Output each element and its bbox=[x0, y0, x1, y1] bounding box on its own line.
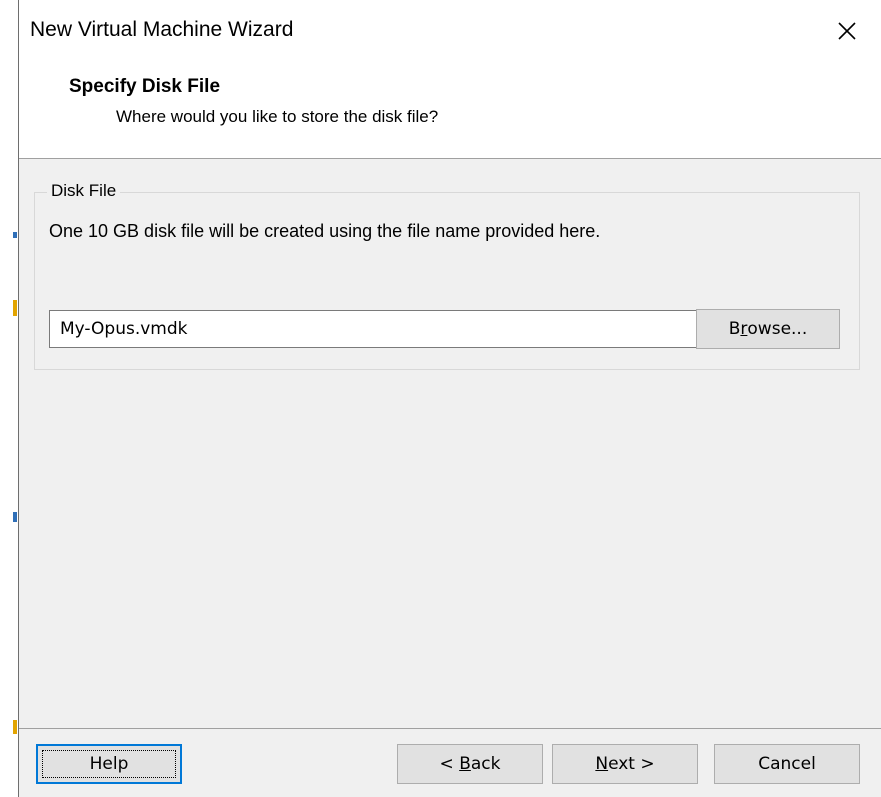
close-button[interactable] bbox=[825, 12, 869, 50]
help-button[interactable]: Help bbox=[36, 744, 182, 784]
wizard-header: Specify Disk File Where would you like t… bbox=[19, 70, 881, 159]
next-label-mnemonic: N bbox=[595, 754, 609, 774]
cancel-button[interactable]: Cancel bbox=[714, 744, 860, 784]
disk-file-group-label: Disk File bbox=[47, 181, 121, 201]
browse-label-mnemonic: r bbox=[740, 319, 748, 339]
help-focus-rect: Help bbox=[42, 750, 176, 778]
help-label: Help bbox=[89, 754, 129, 774]
window-title: New Virtual Machine Wizard bbox=[30, 18, 294, 41]
edge-mark bbox=[13, 232, 17, 238]
background-window-edge bbox=[0, 0, 18, 797]
back-label-suffix: ack bbox=[470, 754, 501, 774]
back-label-prefix: < bbox=[439, 754, 460, 774]
disk-file-description: One 10 GB disk file will be created usin… bbox=[49, 221, 601, 241]
disk-file-name-input[interactable] bbox=[49, 310, 703, 348]
title-bar: New Virtual Machine Wizard bbox=[19, 0, 881, 70]
close-icon bbox=[838, 22, 856, 40]
browse-button[interactable]: Br owse... bbox=[696, 309, 840, 349]
footer-divider bbox=[19, 728, 881, 729]
edge-mark bbox=[13, 300, 17, 316]
next-button[interactable]: Next > bbox=[552, 744, 698, 784]
back-label-mnemonic: B bbox=[459, 754, 471, 774]
next-label-suffix: ext > bbox=[608, 754, 655, 774]
browse-label-prefix: B bbox=[728, 319, 741, 339]
page-title: Specify Disk File bbox=[69, 76, 221, 97]
page-subtitle: Where would you like to store the disk f… bbox=[116, 107, 439, 126]
edge-mark bbox=[13, 720, 17, 734]
cancel-label: Cancel bbox=[758, 754, 816, 774]
back-button[interactable]: < Back bbox=[397, 744, 543, 784]
browse-label-suffix: owse... bbox=[747, 319, 808, 339]
edge-mark bbox=[13, 512, 17, 522]
wizard-dialog: New Virtual Machine Wizard Specify Disk … bbox=[18, 0, 881, 797]
